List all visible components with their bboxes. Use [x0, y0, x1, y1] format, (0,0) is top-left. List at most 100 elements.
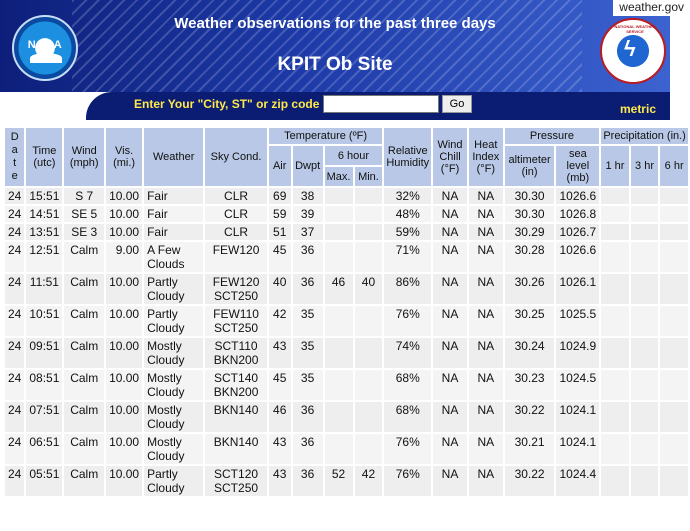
cell-p3 [630, 306, 659, 336]
cell-wind: Calm [64, 434, 105, 464]
lightning-icon: ϟ [624, 36, 636, 61]
cell-p6 [660, 306, 688, 336]
cell-heat: NA [468, 224, 503, 240]
col-date: D a t e [5, 128, 25, 186]
go-button[interactable]: Go [442, 95, 472, 113]
col-visibility: Vis. (mi.) [106, 128, 143, 186]
cell-alt: 30.26 [504, 274, 555, 304]
col-pressure: Pressure [504, 128, 600, 144]
cell-time: 05:51 [26, 466, 63, 496]
cell-humidity: 86% [384, 274, 432, 304]
cell-time: 06:51 [26, 434, 63, 464]
col-relative-humidity: Relative Humidity [384, 128, 432, 186]
col-precipitation: Precipitation (in.) [601, 128, 688, 144]
metric-link[interactable]: metric [620, 102, 656, 116]
table-row: 24 12:51 Calm 9.00 A Few Clouds FEW120 45 36 71%… [5, 242, 688, 272]
noaa-logo-text: NOAA [27, 39, 63, 51]
cell-heat: NA [468, 402, 503, 432]
cell-heat: NA [468, 338, 503, 368]
cell-p6 [660, 242, 688, 272]
cell-wind: Calm [64, 370, 105, 400]
cell-weather: Fair [144, 224, 204, 240]
cell-chill: NA [433, 434, 467, 464]
col-precip-6hr: 6 hr [660, 146, 688, 186]
cell-time: 14:51 [26, 206, 63, 222]
cell-date: 24 [5, 466, 25, 496]
cell-heat: NA [468, 466, 503, 496]
col-sky-condition: Sky Cond. [205, 128, 267, 186]
cell-min [354, 242, 383, 272]
observations-body: 24 15:51 S 7 10.00 Fair CLR 69 38 32% NA NA 30.30 10… [5, 188, 688, 496]
cell-air: 43 [268, 466, 291, 496]
cell-p6 [660, 370, 688, 400]
noaa-logo[interactable]: NOAA [12, 15, 78, 81]
cell-vis: 10.00 [106, 370, 143, 400]
table-row: 24 15:51 S 7 10.00 Fair CLR 69 38 32% NA NA 30.30 10… [5, 188, 688, 204]
cell-p6 [660, 224, 688, 240]
col-temperature: Temperature (ºF) [268, 128, 383, 144]
cell-chill: NA [433, 242, 467, 272]
col-weather: Weather [144, 128, 204, 186]
cell-wind: Calm [64, 402, 105, 432]
cell-p1 [601, 206, 629, 222]
cell-min [354, 306, 383, 336]
cell-p3 [630, 338, 659, 368]
table-row: 24 06:51 Calm 10.00 Mostly Cloudy BKN140 43 36 7… [5, 434, 688, 464]
cell-max [324, 306, 353, 336]
cell-time: 13:51 [26, 224, 63, 240]
col-six-hour: 6 hour [324, 146, 383, 165]
location-search-input[interactable] [323, 95, 439, 113]
cell-sea: 1024.5 [556, 370, 600, 400]
col-air: Air [268, 146, 291, 186]
cell-wind: S 7 [64, 188, 105, 204]
cell-date: 24 [5, 434, 25, 464]
cell-date: 24 [5, 224, 25, 240]
cell-min [354, 188, 383, 204]
cell-heat: NA [468, 370, 503, 400]
weather-gov-link[interactable]: weather.gov [613, 0, 688, 16]
cell-p1 [601, 370, 629, 400]
cell-weather: Partly Cloudy [144, 274, 204, 304]
table-row: 24 10:51 Calm 10.00 Partly Cloudy FEW110 SCT2… [5, 306, 688, 336]
cell-vis: 9.00 [106, 242, 143, 272]
col-wind: Wind (mph) [64, 128, 105, 186]
cell-time: 07:51 [26, 402, 63, 432]
cell-humidity: 76% [384, 466, 432, 496]
page-header-title: Weather observations for the past three … [174, 15, 496, 32]
cell-sea: 1024.1 [556, 434, 600, 464]
observations-table: D a t e Time (utc) Wind (mph) Vis. (mi.)… [3, 126, 690, 498]
cell-heat: NA [468, 274, 503, 304]
cell-p6 [660, 434, 688, 464]
cell-p1 [601, 306, 629, 336]
cell-alt: 30.28 [504, 242, 555, 272]
cell-dwpt: 39 [292, 206, 323, 222]
cell-dwpt: 37 [292, 224, 323, 240]
cell-min [354, 206, 383, 222]
table-row: 24 11:51 Calm 10.00 Partly Cloudy FEW120 SCT2… [5, 274, 688, 304]
cell-p3 [630, 370, 659, 400]
table-row: 24 14:51 SE 5 10.00 Fair CLR 59 39 48% NA NA 30.30 1… [5, 206, 688, 222]
cell-p1 [601, 466, 629, 496]
cell-min [354, 434, 383, 464]
cell-p3 [630, 206, 659, 222]
cell-min [354, 370, 383, 400]
cell-p1 [601, 338, 629, 368]
table-row: 24 05:51 Calm 10.00 Partly Cloudy SCT120 SCT2… [5, 466, 688, 496]
cell-date: 24 [5, 402, 25, 432]
cell-humidity: 48% [384, 206, 432, 222]
cell-wind: SE 5 [64, 206, 105, 222]
cell-vis: 10.00 [106, 274, 143, 304]
cell-p6 [660, 402, 688, 432]
cell-sea: 1026.1 [556, 274, 600, 304]
location-search-bar: Enter Your "City, ST" or zip code Go met… [86, 92, 670, 120]
cell-vis: 10.00 [106, 434, 143, 464]
nws-logo[interactable]: NATIONAL WEATHER SERVICE ϟ [600, 18, 666, 84]
col-wind-chill: Wind Chill (°F) [433, 128, 467, 186]
col-precip-3hr: 3 hr [630, 146, 659, 186]
cell-time: 11:51 [26, 274, 63, 304]
cell-air: 46 [268, 402, 291, 432]
cell-air: 45 [268, 242, 291, 272]
cell-sea: 1025.5 [556, 306, 600, 336]
cell-vis: 10.00 [106, 188, 143, 204]
cell-sea: 1026.6 [556, 242, 600, 272]
